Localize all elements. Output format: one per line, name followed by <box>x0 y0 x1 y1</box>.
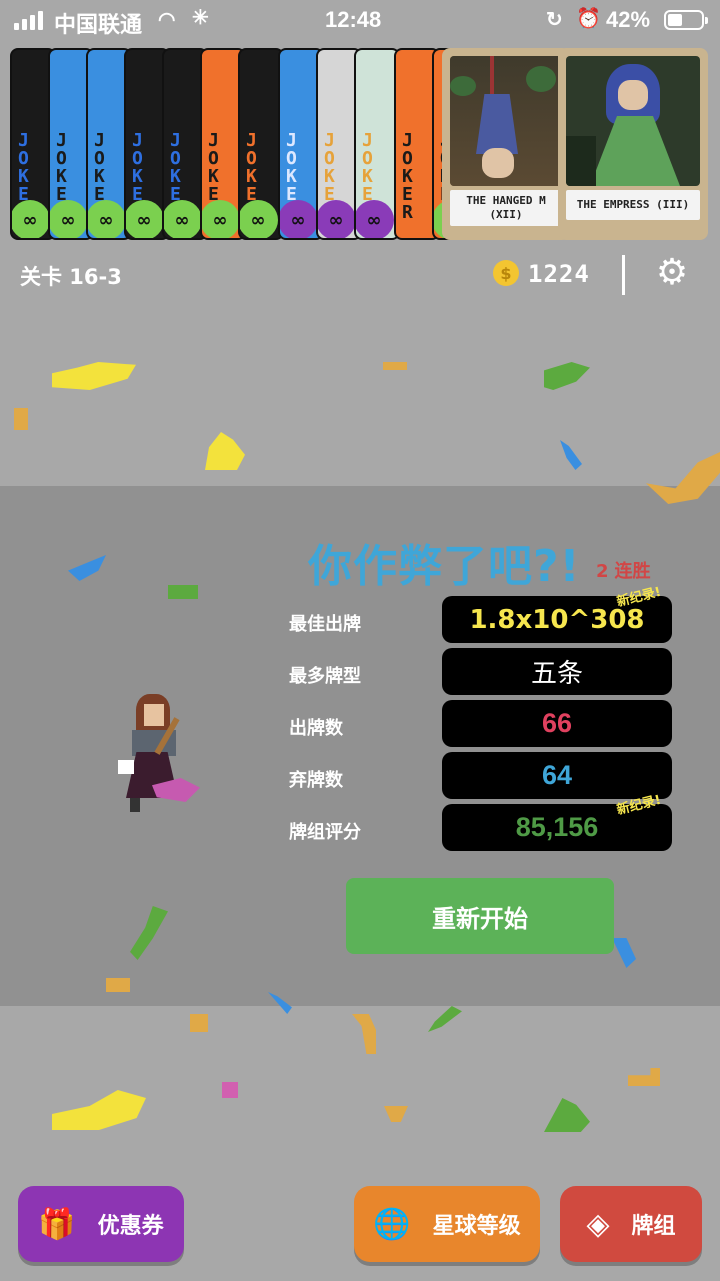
infinity-icon: ∞ <box>202 200 240 238</box>
background-top <box>0 307 720 486</box>
tarot-card-hanged-man[interactable]: THE HANGED M (XII) <box>442 48 570 240</box>
alarm-icon: ⏰ <box>576 8 601 30</box>
joker-card-text: JOKE <box>170 130 181 205</box>
tarot-card-name: THE HANGED M (XII) <box>450 190 562 226</box>
stat-label-best-hand: 最佳出牌 <box>289 614 361 635</box>
planet-level-button[interactable]: 🌐 星球等级 <box>354 1186 540 1262</box>
joker-card-text: JOKE <box>324 130 335 205</box>
confetti <box>168 585 198 599</box>
deck-label: 牌组 <box>631 1214 676 1239</box>
infinity-icon: ∞ <box>50 200 88 238</box>
joker-card-text: JOKE <box>18 130 29 205</box>
result-headline: 你作弊了吧?! <box>308 541 581 592</box>
battery-icon <box>664 10 708 30</box>
stat-label-hands-played: 出牌数 <box>289 718 343 739</box>
gift-icon: 🎁 <box>38 1206 76 1242</box>
stat-value-hands-played: 66 <box>442 700 672 747</box>
stat-value-most-played: 五条 <box>442 648 672 695</box>
infinity-icon: ∞ <box>12 200 50 238</box>
clock-time: 12:48 <box>325 7 382 32</box>
battery-percent: 42% <box>606 7 651 32</box>
coupon-button[interactable]: 🎁 优惠券 <box>18 1186 184 1262</box>
deck-button[interactable]: ◈ 牌组 <box>560 1186 702 1262</box>
win-streak: 2 连胜 <box>596 557 651 583</box>
character-sprite <box>112 694 202 814</box>
info-bar: 关卡 16-3 1224 ⚙ <box>0 245 720 307</box>
coupon-label: 优惠券 <box>97 1214 164 1239</box>
confetti <box>106 978 130 992</box>
joker-card-text: JOKE <box>94 130 105 205</box>
planet-level-label: 星球等级 <box>432 1214 521 1239</box>
tarot-card-name: THE EMPRESS (III) <box>566 190 700 220</box>
globe-icon: 🌐 <box>373 1206 411 1242</box>
empress-art <box>566 56 700 186</box>
loading-icon: ✳ <box>192 7 209 29</box>
signal-icon <box>14 10 43 30</box>
joker-card-text: JOKE <box>56 130 67 205</box>
stat-value-discards: 64 <box>442 752 672 799</box>
status-bar: 中国联通 ◠ ✳ 12:48 ↻ ⏰ 42% <box>0 0 720 40</box>
infinity-icon: ∞ <box>280 200 318 238</box>
confetti <box>190 1014 208 1032</box>
streak-count: 2 <box>596 561 609 582</box>
hanged-man-art <box>450 56 562 186</box>
rotation-lock-icon: ↻ <box>546 9 563 31</box>
joker-card-text: JOKE <box>208 130 219 205</box>
coin-count: 1224 <box>528 260 590 288</box>
infinity-icon: ∞ <box>164 200 202 238</box>
infinity-icon: ∞ <box>318 200 356 238</box>
wifi-icon: ◠ <box>158 9 176 31</box>
carrier-name: 中国联通 <box>54 12 143 37</box>
infinity-icon: ∞ <box>240 200 278 238</box>
joker-card-text: JOKER <box>402 130 413 223</box>
infinity-icon: ∞ <box>88 200 126 238</box>
streak-label: 连胜 <box>614 561 651 582</box>
stat-label-deck-score: 牌组评分 <box>289 822 361 843</box>
gear-icon[interactable]: ⚙ <box>650 251 694 295</box>
joker-card-strip[interactable]: JOKE ∞ JOKE ∞ JOKE ∞ JOKE ∞ JOKE ∞ JOKE ∞ JOKE ∞ JOKE ∞… <box>0 40 720 245</box>
tarot-card-empress[interactable]: THE EMPRESS (III) <box>558 48 708 240</box>
stat-label-most-played: 最多牌型 <box>289 666 361 687</box>
joker-card-text: JOKE <box>362 130 373 205</box>
confetti <box>14 408 28 430</box>
stat-label-discards: 弃牌数 <box>289 770 343 791</box>
confetti <box>222 1082 238 1098</box>
infinity-icon: ∞ <box>126 200 164 238</box>
divider <box>622 255 625 295</box>
confetti <box>383 362 407 370</box>
layers-icon: ◈ <box>586 1206 610 1242</box>
restart-button[interactable]: 重新开始 <box>346 878 614 954</box>
level-indicator: 关卡 16-3 <box>20 265 122 289</box>
coin-icon: $ <box>493 260 519 286</box>
joker-card-text: JOKE <box>246 130 257 205</box>
joker-card-text: JOKE <box>132 130 143 205</box>
infinity-icon: ∞ <box>356 200 394 238</box>
joker-card-text: JOKE <box>286 130 297 205</box>
